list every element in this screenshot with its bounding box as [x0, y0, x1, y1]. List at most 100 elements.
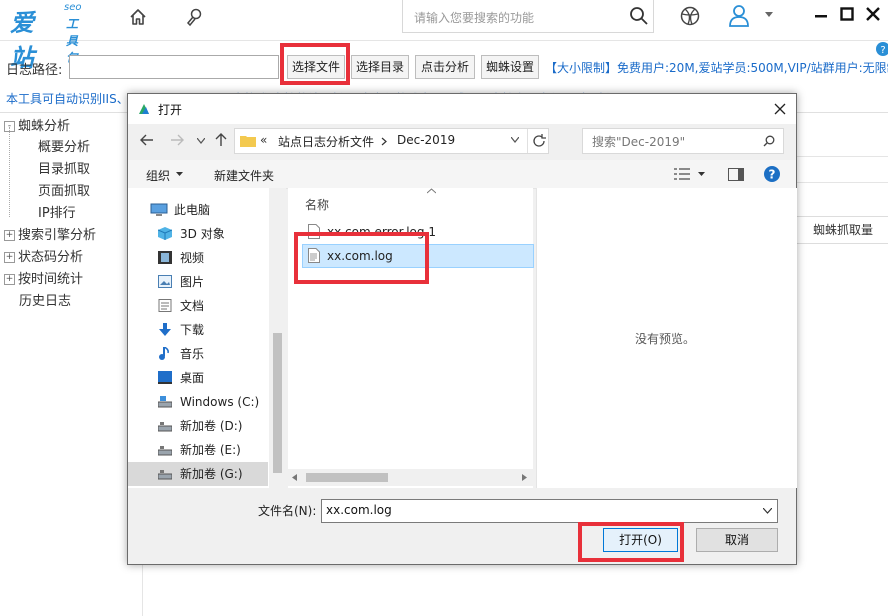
log-path-input[interactable] — [69, 55, 279, 79]
breadcrumb-item[interactable]: 站点日志分析文件 — [278, 133, 374, 150]
forward-arrow-icon[interactable] — [170, 134, 184, 146]
sidebar-item-label: 搜索引擎分析 — [18, 228, 97, 243]
nav-videos[interactable]: 视频 — [128, 246, 268, 270]
cube-icon — [158, 227, 172, 240]
nav-drive-g[interactable]: 新加卷 (G:) — [128, 462, 268, 486]
nav-this-pc[interactable]: 此电脑 — [128, 198, 268, 222]
search-placeholder: 请输入您要搜索的功能 — [414, 11, 535, 25]
app-icon — [137, 102, 151, 116]
maximize-button[interactable] — [840, 6, 854, 25]
nav-3d-objects[interactable]: 3D 对象 — [128, 222, 268, 246]
close-button[interactable] — [866, 6, 880, 25]
nav-documents[interactable]: 文档 — [128, 294, 268, 318]
file-hscrollbar[interactable] — [288, 469, 533, 486]
expand-icon[interactable]: + — [4, 230, 15, 241]
spider-settings-button[interactable]: 蜘蛛设置 — [481, 55, 539, 79]
scrollbar-thumb[interactable] — [306, 473, 388, 482]
up-arrow-icon[interactable] — [215, 133, 227, 147]
help-icon[interactable]: ? — [876, 42, 888, 56]
highlight-choose-file — [280, 43, 350, 85]
open-file-dialog: 打开 « 站点日志分析文件 Dec-2019 搜索"Dec-2019" 组织 新… — [127, 93, 797, 565]
back-arrow-icon[interactable] — [140, 134, 154, 146]
sidebar-item-status-code[interactable]: + 状态码分析 — [4, 246, 83, 265]
sidebar-item-label: 按时间统计 — [18, 272, 84, 287]
address-bar[interactable]: « 站点日志分析文件 Dec-2019 — [234, 128, 549, 154]
caret-down-icon — [176, 172, 183, 176]
expand-icon[interactable]: + — [4, 252, 15, 263]
expand-icon[interactable]: + — [4, 274, 15, 285]
sidebar-item-by-time[interactable]: + 按时间统计 — [4, 268, 83, 287]
scroll-left-icon[interactable] — [292, 474, 297, 481]
refresh-icon[interactable] — [532, 134, 546, 148]
drive-icon — [158, 422, 172, 432]
nav-item-label: 图片 — [180, 275, 205, 289]
dialog-search-placeholder: 搜索"Dec-2019" — [592, 135, 686, 149]
path-label: 日志路径: — [6, 63, 63, 78]
close-icon — [866, 7, 880, 21]
scroll-right-icon[interactable] — [522, 474, 527, 481]
new-folder-button[interactable]: 新建文件夹 — [214, 167, 274, 184]
nav-downloads[interactable]: 下载 — [128, 318, 268, 342]
filename-label: 文件名(N): — [258, 504, 317, 518]
nav-drive-d[interactable]: 新加卷 (D:) — [128, 414, 268, 438]
minimize-button[interactable] — [814, 5, 828, 24]
scrollbar-thumb[interactable] — [273, 333, 282, 473]
sidebar-item-pages[interactable]: 页面抓取 — [38, 180, 90, 199]
column-header-name[interactable]: 名称 — [305, 196, 329, 213]
nav-item-label: 视频 — [180, 251, 205, 265]
svg-text:?: ? — [769, 168, 776, 182]
nav-drive-e[interactable]: 新加卷 (E:) — [128, 438, 268, 462]
sidebar-item-overview[interactable]: 概要分析 — [38, 136, 90, 155]
divider — [796, 156, 888, 157]
close-icon[interactable] — [774, 103, 786, 115]
preview-pane-icon[interactable] — [728, 168, 744, 181]
cancel-button[interactable]: 取消 — [696, 528, 778, 552]
search-input[interactable]: 请输入您要搜索的功能 — [402, 0, 654, 33]
nav-item-label: 新加卷 (D:) — [180, 419, 243, 433]
column-header-spider-count[interactable]: 蜘蛛抓取量 — [796, 216, 888, 244]
sidebar-item-label: 状态码分析 — [18, 250, 84, 265]
view-options-icon[interactable] — [674, 168, 690, 180]
minimize-icon — [815, 15, 827, 18]
home-icon[interactable] — [128, 7, 148, 27]
music-icon — [159, 347, 169, 360]
pc-icon — [150, 203, 168, 216]
chevron-down-icon[interactable] — [763, 508, 772, 514]
nav-music[interactable]: 音乐 — [128, 342, 268, 366]
nav-item-label: Windows (C:) — [180, 395, 260, 409]
command-bar: 组织 新建文件夹 ? — [128, 160, 796, 189]
nav-drive-c[interactable]: Windows (C:) — [128, 390, 268, 414]
sidebar-item-ip-rank[interactable]: IP排行 — [38, 202, 76, 221]
nav-item-label: 文档 — [180, 299, 205, 313]
nav-desktop[interactable]: 桌面 — [128, 366, 268, 390]
search-icon[interactable] — [763, 135, 775, 147]
maximize-icon — [840, 7, 854, 21]
sidebar-item-spider[interactable]: - 蜘蛛分析 — [4, 115, 70, 134]
analyze-button[interactable]: 点击分析 — [415, 55, 475, 79]
nav-scrollbar[interactable] — [269, 188, 286, 488]
highlight-selected-file — [294, 232, 429, 284]
choose-dir-button[interactable]: 选择目录 — [351, 55, 409, 79]
organize-menu[interactable]: 组织 — [146, 167, 170, 184]
user-icon[interactable] — [728, 4, 750, 28]
chevron-down-icon[interactable] — [765, 12, 773, 18]
nav-item-label: 音乐 — [180, 347, 205, 361]
nav-item-label: 新加卷 (E:) — [180, 443, 241, 457]
video-icon — [158, 251, 172, 264]
recent-dropdown-icon[interactable] — [197, 138, 205, 144]
nav-item-label: 桌面 — [180, 371, 205, 385]
filename-field[interactable]: xx.com.log — [321, 499, 778, 523]
nav-pictures[interactable]: 图片 — [128, 270, 268, 294]
tools-icon[interactable] — [184, 6, 206, 28]
breadcrumb-item[interactable]: Dec-2019 — [397, 133, 455, 147]
search-icon[interactable] — [629, 6, 649, 26]
breadcrumb-prefix[interactable]: « — [260, 133, 267, 147]
community-icon[interactable] — [679, 5, 701, 27]
caret-down-icon[interactable] — [698, 172, 705, 177]
sidebar-item-directory[interactable]: 目录抓取 — [38, 158, 90, 177]
chevron-down-icon[interactable] — [511, 137, 519, 143]
help-icon[interactable]: ? — [764, 166, 780, 182]
dialog-search-input[interactable]: 搜索"Dec-2019" — [582, 128, 784, 154]
sidebar-item-search-engine[interactable]: + 搜索引擎分析 — [4, 224, 96, 243]
sidebar-item-history[interactable]: 历史日志 — [19, 290, 71, 309]
